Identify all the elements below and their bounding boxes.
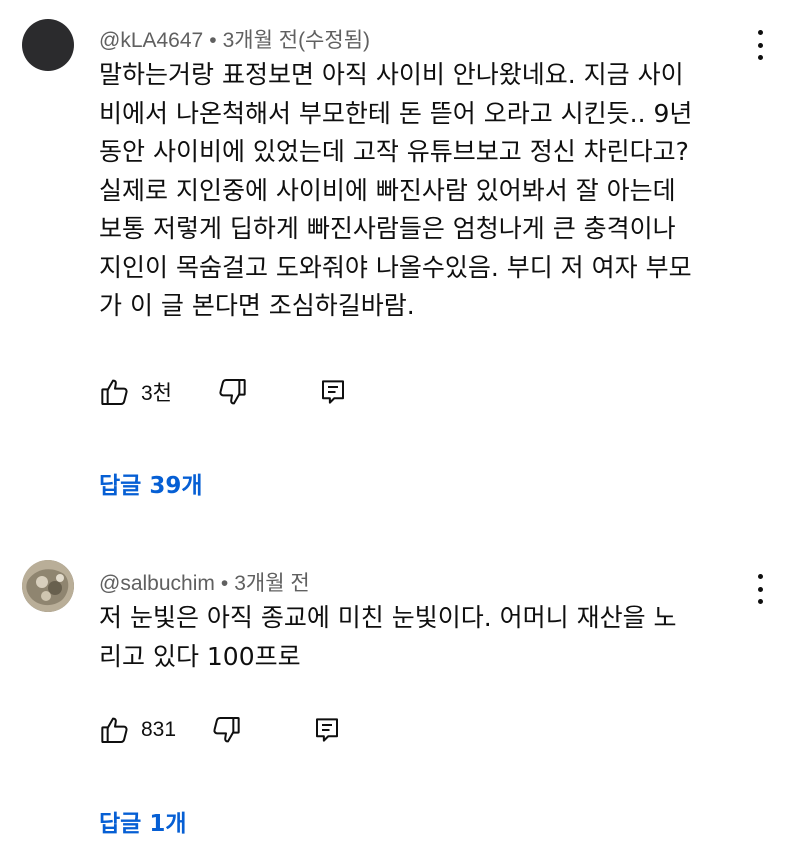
comment-meta: @salbuchim • 3개월 전 — [99, 567, 310, 597]
author-name[interactable]: @kLA4647 — [99, 29, 203, 52]
comment-text: 말하는거랑 표정보면 아직 사이비 안나왔네요. 지금 사이 비에서 나온척해서… — [99, 56, 759, 326]
like-count: 3천 — [141, 382, 172, 405]
reply-comment-icon — [318, 377, 348, 407]
avatar[interactable] — [22, 19, 74, 71]
reply-button[interactable] — [312, 715, 342, 745]
comment-time: 3개월 전(수정됨) — [222, 29, 371, 52]
avatar-image — [22, 560, 74, 612]
comment-text-line: 비에서 나온척해서 부모한테 돈 뜯어 오라고 시킨듯.. 9년 — [99, 98, 693, 128]
comment-meta: @kLA4647 • 3개월 전(수정됨) — [99, 24, 370, 54]
comment-text-line: 동안 사이비에 있었는데 고작 유튜브보고 정신 차린다고? — [99, 137, 689, 166]
comment-text-line: 저 눈빛은 아직 종교에 미친 눈빛이다. 어머니 재산을 노 — [99, 603, 677, 632]
comment-text-line: 가 이 글 본다면 조심하길바람. — [99, 291, 415, 320]
separator-dot: • — [209, 29, 217, 52]
comment-text: 저 눈빛은 아직 종교에 미친 눈빛이다. 어머니 재산을 노 리고 있다 10… — [99, 599, 759, 676]
avatar[interactable] — [22, 560, 74, 612]
thumbs-up-icon — [99, 376, 131, 408]
like-button[interactable]: 3천 — [99, 376, 172, 408]
comment-text-line: 보통 저렇게 딥하게 빠진사람들은 엄청나게 큰 충격이나 — [99, 214, 676, 243]
separator-dot: • — [220, 572, 229, 595]
thumbs-up-icon — [99, 714, 131, 746]
like-button[interactable]: 831 — [99, 714, 176, 746]
like-count: 831 — [141, 718, 177, 741]
comment-text-line: 말하는거랑 표정보면 아직 사이비 안나왔네요. 지금 사이 — [99, 60, 684, 89]
comment-actions: 3천 — [99, 374, 348, 410]
comment-time: 3개월 전 — [234, 572, 310, 595]
dislike-button[interactable] — [216, 376, 248, 408]
comment-actions: 831 — [99, 712, 342, 748]
thumbs-down-icon — [210, 714, 242, 746]
reply-comment-icon — [312, 715, 342, 745]
view-replies-link[interactable]: 답글 39개 — [99, 466, 203, 500]
more-vertical-icon — [757, 574, 763, 579]
dislike-button[interactable] — [210, 714, 242, 746]
comment-text-line: 지인이 목숨걸고 도와줘야 나올수있음. 부디 저 여자 부모 — [99, 252, 692, 282]
reply-button[interactable] — [318, 377, 348, 407]
comment-text-line: 리고 있다 100프로 — [99, 641, 301, 671]
thumbs-down-icon — [216, 376, 248, 408]
view-replies-link[interactable]: 답글 1개 — [99, 804, 187, 838]
comment-text-line: 실제로 지인중에 사이비에 빠진사람 있어봐서 잘 아는데 — [99, 175, 676, 205]
more-vertical-icon — [757, 30, 763, 35]
author-name[interactable]: @salbuchim — [99, 572, 215, 595]
